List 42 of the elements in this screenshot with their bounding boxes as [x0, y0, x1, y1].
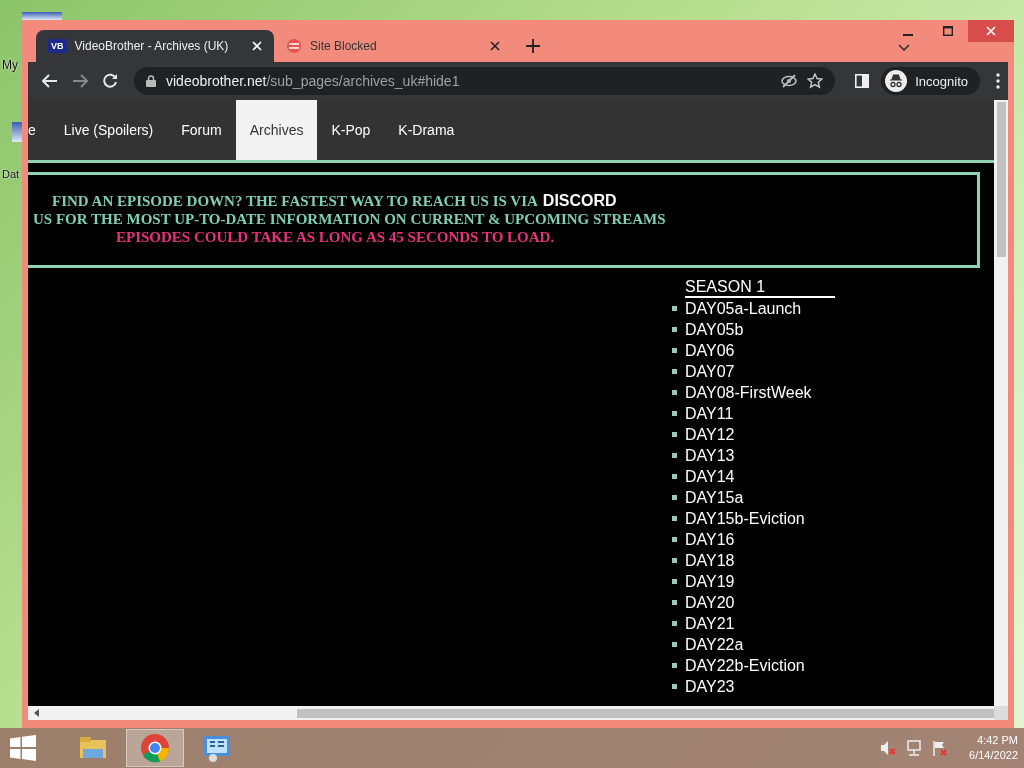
browser-tab[interactable]: VB VideoBrother - Archives (UK)	[36, 30, 274, 62]
episode-link[interactable]: DAY18	[685, 551, 735, 570]
episode-link[interactable]: DAY13	[685, 446, 735, 465]
episode-link[interactable]: DAY15b-Eviction	[685, 509, 805, 528]
episode-link[interactable]: DAY22b-Eviction	[685, 656, 805, 675]
browser-tab[interactable]: Site Blocked	[274, 30, 512, 62]
episode-link[interactable]: DAY22a	[685, 635, 744, 654]
nav-link[interactable]: Live (Spoilers)	[49, 100, 168, 160]
tab-title: Site Blocked	[310, 39, 378, 53]
episode-link[interactable]: DAY07	[685, 362, 735, 381]
episode-link[interactable]: DAY15a	[685, 488, 744, 507]
clock-date: 6/14/2022	[969, 748, 1018, 763]
nav-link[interactable]: K-Drama	[384, 100, 469, 160]
desktop-icon-label: Dat	[2, 168, 20, 180]
notice-text: FIND AN EPISODE DOWN? THE FASTEST WAY TO REACH US IS VIA	[52, 192, 538, 210]
favicon: VB	[48, 39, 67, 53]
episode-link[interactable]: DAY23	[685, 677, 735, 696]
incognito-button[interactable]: Incognito	[881, 67, 980, 95]
episode-link[interactable]: DAY19	[685, 572, 735, 591]
episode-link[interactable]: DAY16	[685, 530, 735, 549]
nav-link[interactable]: e	[28, 100, 50, 160]
episode-link[interactable]: DAY14	[685, 467, 735, 486]
desktop-icon-label: My	[2, 58, 18, 72]
episode-link[interactable]: DAY05a-Launch	[685, 299, 802, 318]
nav-link[interactable]: K-Pop	[317, 100, 385, 160]
episode-link[interactable]: DAY05b	[685, 320, 744, 339]
tab-title: VideoBrother - Archives (UK)	[74, 39, 230, 53]
episode-link[interactable]: DAY06	[685, 341, 735, 360]
clock-time: 4:42 PM	[977, 733, 1018, 748]
episode-link[interactable]: DAY12	[685, 425, 735, 444]
address-bar[interactable]: videobrother.net/sub_pages/archives_uk#hide1	[134, 67, 836, 95]
season-heading: SEASON 1	[685, 277, 835, 298]
episode-link[interactable]: DAY08-FirstWeek	[685, 383, 812, 402]
url-text: videobrother.net/sub_pages/archives_uk#hide1	[166, 73, 460, 89]
episode-link[interactable]: DAY21	[685, 614, 735, 633]
nav-link[interactable]: Forum	[167, 100, 236, 160]
episode-link[interactable]: DAY11	[685, 404, 734, 423]
nav-link[interactable]: Archives	[235, 100, 318, 160]
discord-link[interactable]: DISCORD	[542, 192, 617, 210]
notice-text: US FOR THE MOST UP-TO-DATE INFORMATION ON CURRENT & UPCOMING STREAMS	[33, 210, 666, 228]
episode-link[interactable]: DAY20	[685, 593, 735, 612]
notice-text: EPISODES COULD TAKE AS LONG AS 45 SECONDS TO LOAD.	[116, 228, 555, 246]
